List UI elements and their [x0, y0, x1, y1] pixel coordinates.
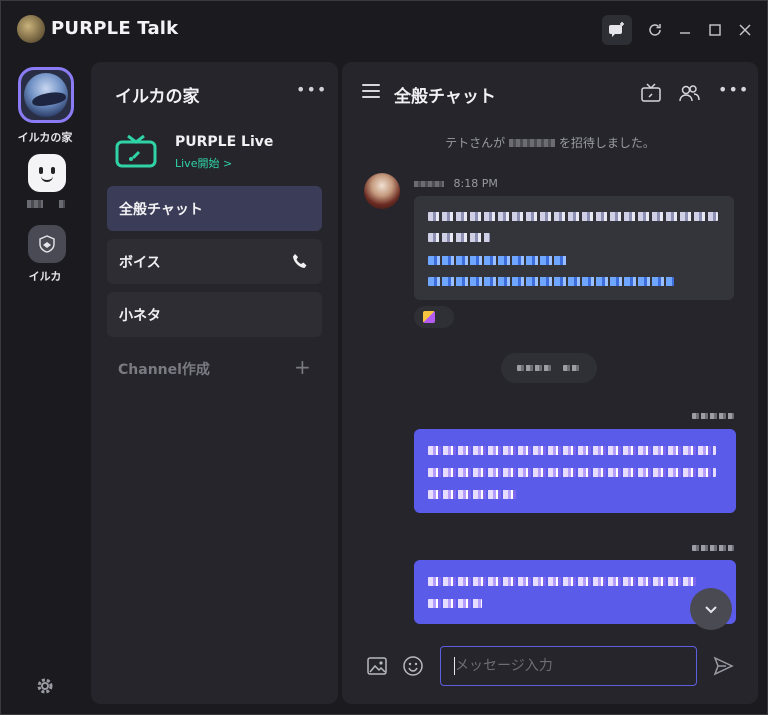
- chevron-down-icon: [705, 606, 717, 614]
- text-caret: [454, 657, 455, 675]
- live-title[interactable]: PURPLE Live: [175, 134, 273, 150]
- server-rail: イルカの家 イルカ: [1, 57, 89, 715]
- phone-icon: [293, 254, 307, 268]
- server-name: イルカの家: [115, 87, 200, 107]
- avatar[interactable]: [364, 173, 400, 209]
- scroll-to-bottom-button[interactable]: [690, 588, 732, 630]
- channel-label: ボイス: [119, 254, 161, 271]
- live-tv-icon[interactable]: [115, 134, 157, 168]
- minimize-icon: [680, 32, 690, 34]
- message-time-redacted: [692, 413, 734, 419]
- channel-label: 小ネタ: [119, 307, 161, 324]
- maximize-button[interactable]: [702, 17, 728, 43]
- create-channel-label[interactable]: Channel作成: [118, 359, 210, 379]
- app-title: PURPLE Talk: [51, 18, 179, 39]
- title-bar: PURPLE Talk: [1, 1, 767, 57]
- server-iruka[interactable]: [28, 225, 66, 263]
- message-time: 8:18 PM: [453, 177, 498, 190]
- menu-icon[interactable]: [362, 84, 380, 98]
- image-icon[interactable]: [366, 655, 388, 677]
- settings-button[interactable]: [35, 676, 55, 696]
- send-icon[interactable]: [712, 655, 734, 677]
- server-menu-button[interactable]: •••: [296, 80, 327, 99]
- close-button[interactable]: [732, 17, 758, 43]
- reaction-badge[interactable]: [414, 306, 454, 328]
- refresh-icon: [649, 24, 661, 36]
- server-label-redacted: [27, 200, 43, 208]
- server-label: イルカ: [28, 270, 62, 283]
- sender-name-redacted: [414, 181, 444, 187]
- dolphin-avatar: [24, 73, 68, 117]
- shield-icon: [39, 235, 55, 253]
- channel-panel: イルカの家 ••• PURPLE Live Live開始 > 全般チャット ボイ…: [91, 62, 338, 704]
- members-icon[interactable]: [678, 82, 700, 104]
- app-window: PURPLE Talk イルカの家 イルカ イルカの家 ••• PURPLE L…: [0, 0, 768, 715]
- channel-general-chat[interactable]: 全般チャット: [107, 186, 322, 231]
- chat-more-button[interactable]: •••: [718, 80, 748, 102]
- channel-voice[interactable]: ボイス: [107, 239, 322, 284]
- live-tv-header-icon[interactable]: [640, 82, 662, 104]
- new-chat-button[interactable]: [602, 15, 632, 45]
- message-time-redacted: [692, 545, 734, 551]
- maximize-icon: [709, 24, 721, 36]
- refresh-button[interactable]: [642, 17, 668, 43]
- message-meta: 8:18 PM: [414, 177, 498, 190]
- server-label: イルカの家: [17, 131, 73, 144]
- chat-panel: 全般チャット ••• テトさんが を招待しました。 8:18 PM: [342, 62, 758, 704]
- system-message: テトさんが を招待しました。: [445, 136, 655, 150]
- message-composer: [342, 642, 758, 692]
- channel-label: 全般チャット: [119, 201, 203, 218]
- live-start-link[interactable]: Live開始 >: [175, 155, 232, 171]
- minimize-button[interactable]: [672, 17, 698, 43]
- app-logo: [17, 15, 45, 43]
- message-bubble[interactable]: [414, 196, 734, 300]
- chat-title: 全般チャット: [394, 87, 496, 107]
- close-icon: [739, 24, 751, 36]
- message-bubble-own[interactable]: [414, 560, 736, 624]
- new-chat-icon: [609, 22, 624, 37]
- gear-icon: [37, 678, 53, 694]
- server-smiley[interactable]: [28, 154, 66, 192]
- emoji-icon[interactable]: [402, 655, 424, 677]
- server-iruka-no-ie[interactable]: [18, 67, 74, 123]
- channel-tips[interactable]: 小ネタ: [107, 292, 322, 337]
- create-channel-plus-icon[interactable]: +: [294, 355, 311, 379]
- date-divider: [501, 353, 597, 383]
- message-input[interactable]: [440, 646, 697, 686]
- message-bubble-own[interactable]: [414, 429, 736, 513]
